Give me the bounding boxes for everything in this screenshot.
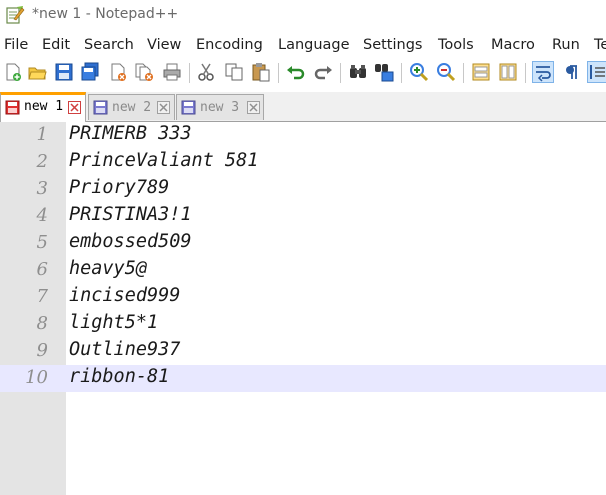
tab-label: new 3: [200, 100, 240, 115]
sync-horizontal-icon[interactable]: [498, 62, 518, 82]
line-number: 3: [36, 178, 48, 199]
open-file-icon[interactable]: [27, 62, 47, 82]
editor-line[interactable]: 8 light5*1: [0, 311, 606, 338]
save-icon[interactable]: [54, 62, 74, 82]
notepad-plus-plus-icon: [6, 6, 25, 24]
print-icon[interactable]: [162, 62, 182, 82]
copy-icon[interactable]: [224, 62, 244, 82]
toolbar-separator: [278, 63, 279, 83]
editor-line[interactable]: 7 incised999: [0, 284, 606, 311]
menu-language[interactable]: Language: [278, 37, 350, 53]
menu-view[interactable]: View: [147, 37, 181, 53]
saved-file-icon: [93, 100, 108, 115]
editor-line[interactable]: 2 PrinceValiant 581: [0, 149, 606, 176]
menu-edit[interactable]: Edit: [42, 37, 70, 53]
replace-icon[interactable]: [374, 62, 394, 82]
toolbar-separator: [463, 63, 464, 83]
unsaved-file-icon: [5, 100, 20, 115]
menu-settings[interactable]: Settings: [363, 37, 422, 53]
line-text[interactable]: light5*1: [69, 312, 158, 333]
close-all-icon[interactable]: [134, 62, 154, 82]
save-all-icon[interactable]: [80, 62, 100, 82]
menu-encoding[interactable]: Encoding: [196, 37, 263, 53]
tab-new-3[interactable]: new 3: [176, 94, 264, 120]
menu-macro[interactable]: Macro: [491, 37, 535, 53]
editor-line[interactable]: 3 Priory789: [0, 176, 606, 203]
tab-label: new 1: [24, 99, 64, 114]
line-text[interactable]: PrinceValiant 581: [69, 150, 258, 171]
toolbar-separator: [525, 63, 526, 83]
line-number: 7: [36, 286, 48, 307]
tab-new-2[interactable]: new 2: [88, 94, 175, 120]
line-number: 4: [36, 205, 48, 226]
line-text[interactable]: PRIMERB 333: [69, 123, 192, 144]
word-wrap-icon[interactable]: [532, 61, 554, 83]
line-text[interactable]: Outline937: [69, 339, 180, 360]
tab-bar: new 1 new 2 new 3: [0, 92, 606, 122]
close-tab-icon[interactable]: [68, 101, 81, 114]
line-text[interactable]: embossed509: [69, 231, 192, 252]
editor-line[interactable]: 1 PRIMERB 333: [0, 122, 606, 149]
menu-bar: File Edit Search View Encoding Language …: [0, 35, 606, 57]
toolbar-separator: [189, 63, 190, 83]
editor-line[interactable]: 4 PRISTINA3!1: [0, 203, 606, 230]
undo-icon[interactable]: [286, 62, 306, 82]
find-icon[interactable]: [348, 62, 368, 82]
line-number: 2: [36, 151, 48, 172]
line-number: 8: [36, 313, 48, 334]
line-text[interactable]: incised999: [69, 285, 180, 306]
show-all-chars-icon[interactable]: [561, 62, 581, 82]
line-text[interactable]: ribbon-81: [69, 366, 169, 387]
menu-tools[interactable]: Tools: [438, 37, 474, 53]
toolbar-separator: [401, 63, 402, 83]
sync-vertical-icon[interactable]: [471, 62, 491, 82]
toolbar-separator: [340, 63, 341, 83]
redo-icon[interactable]: [313, 62, 333, 82]
line-number: 10: [25, 367, 48, 388]
tab-new-1[interactable]: new 1: [0, 92, 86, 122]
editor-line[interactable]: 10 ribbon-81: [0, 365, 606, 392]
menu-search[interactable]: Search: [84, 37, 134, 53]
saved-file-icon: [181, 100, 196, 115]
cut-icon[interactable]: [196, 62, 216, 82]
tab-label: new 2: [112, 100, 152, 115]
line-text[interactable]: heavy5@: [69, 258, 147, 279]
zoom-in-icon[interactable]: [409, 62, 429, 82]
close-tab-icon[interactable]: [157, 101, 170, 114]
line-number: 5: [36, 232, 48, 253]
title-bar: *new 1 - Notepad++: [0, 0, 606, 34]
editor-line[interactable]: 6 heavy5@: [0, 257, 606, 284]
line-number: 6: [36, 259, 48, 280]
line-text[interactable]: Priory789: [69, 177, 169, 198]
menu-file[interactable]: File: [4, 37, 28, 53]
editor-area[interactable]: 1 PRIMERB 333 2 PrinceValiant 581 3 Priory7…: [0, 122, 606, 495]
menu-tabs-truncated[interactable]: Te: [594, 37, 606, 53]
window-title: *new 1 - Notepad++: [32, 6, 179, 22]
line-number: 9: [36, 340, 48, 361]
paste-icon[interactable]: [251, 62, 271, 82]
toolbar: [0, 58, 606, 88]
close-tab-icon[interactable]: [247, 101, 260, 114]
zoom-out-icon[interactable]: [436, 62, 456, 82]
line-text[interactable]: PRISTINA3!1: [69, 204, 192, 225]
new-file-icon[interactable]: [3, 62, 23, 82]
indent-guide-icon[interactable]: [587, 61, 606, 83]
menu-run[interactable]: Run: [552, 37, 580, 53]
line-number: 1: [36, 124, 48, 145]
editor-line[interactable]: 9 Outline937: [0, 338, 606, 365]
editor-line[interactable]: 5 embossed509: [0, 230, 606, 257]
close-icon[interactable]: [108, 62, 128, 82]
